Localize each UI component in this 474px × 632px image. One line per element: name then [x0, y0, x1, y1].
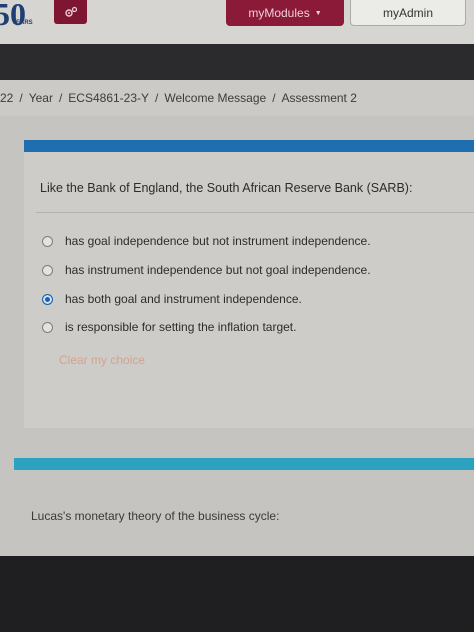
next-question-text: Lucas's monetary theory of the business …	[31, 509, 280, 523]
screen-bottom-bezel	[0, 556, 474, 632]
radio-button-checked[interactable]	[42, 293, 53, 305]
quiz-content: Like the Bank of England, the South Afri…	[0, 116, 474, 556]
secondary-header-band	[0, 44, 474, 80]
my-admin-button[interactable]: myAdmin	[350, 0, 466, 26]
breadcrumb-separator: /	[19, 91, 23, 105]
answer-option-label: is responsible for setting the inflation…	[65, 320, 297, 334]
answer-option[interactable]: has goal independence but not instrument…	[42, 233, 371, 249]
answer-option[interactable]: is responsible for setting the inflation…	[42, 319, 296, 335]
breadcrumb-separator: /	[58, 91, 63, 105]
answer-option-label: has instrument independence but not goal…	[65, 263, 371, 277]
breadcrumb-item[interactable]: ECS4861-23-Y	[68, 91, 149, 105]
question-text: Like the Bank of England, the South Afri…	[40, 181, 413, 195]
university-logo[interactable]: 50 YEARS	[0, 0, 38, 34]
breadcrumb: 22 / Year / ECS4861-23-Y / Welcome Messa…	[0, 80, 474, 116]
radio-button[interactable]	[42, 235, 53, 247]
answer-option-label: has goal independence but not instrument…	[65, 234, 371, 248]
clear-choice-link[interactable]: Clear my choice	[59, 353, 145, 367]
answer-option-label: has both goal and instrument independenc…	[65, 292, 302, 306]
breadcrumb-separator: /	[272, 91, 276, 105]
gears-icon	[64, 6, 77, 17]
my-modules-label: myModules	[248, 6, 310, 20]
settings-button[interactable]	[54, 0, 87, 24]
answer-option-selected[interactable]: has both goal and instrument independenc…	[42, 291, 302, 307]
my-admin-label: myAdmin	[382, 5, 433, 20]
radio-button[interactable]	[42, 321, 53, 333]
breadcrumb-item[interactable]: 22	[0, 91, 13, 105]
caret-down-icon: ▼	[314, 9, 322, 17]
my-modules-menu-button[interactable]: myModules ▼	[226, 0, 344, 26]
logo-years-label: YEARS	[12, 20, 33, 26]
breadcrumb-item[interactable]: Welcome Message	[164, 91, 266, 105]
top-navigation-bar: 50 YEARS myModules ▼ myAdmin	[0, 0, 474, 44]
question-card: Like the Bank of England, the South Afri…	[24, 140, 474, 428]
breadcrumb-separator: /	[155, 91, 159, 105]
next-question-header-bar	[14, 458, 474, 470]
answer-option[interactable]: has instrument independence but not goal…	[42, 262, 371, 278]
question-card-header-bar	[24, 140, 474, 152]
breadcrumb-item-current[interactable]: Assessment 2	[282, 91, 357, 105]
logo-number: 50	[0, 0, 26, 32]
question-divider	[36, 212, 474, 213]
breadcrumb-item[interactable]: Year	[29, 91, 53, 105]
radio-button[interactable]	[42, 264, 53, 276]
